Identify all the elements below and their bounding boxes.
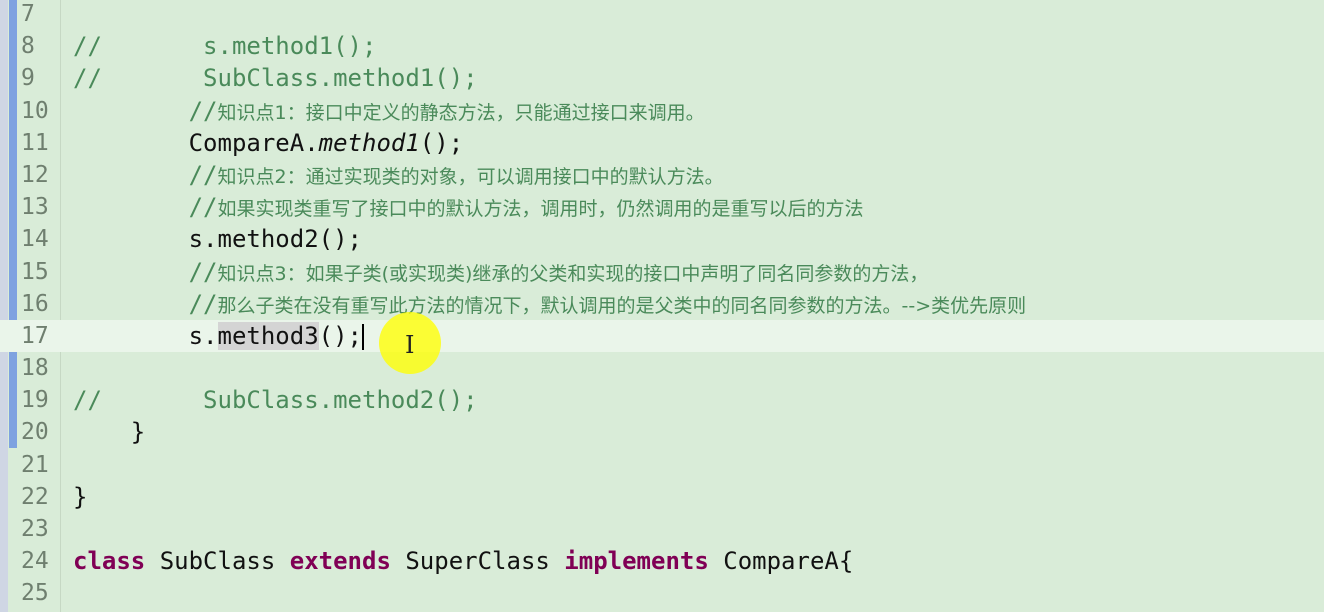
code-token: method3 [217,321,319,350]
line-number: 7 [21,1,35,27]
code-editor[interactable]: 7 8// s.method1(); 9// SubClass.method1();… [0,0,1324,612]
code-line[interactable]: 14 s.method2(); [0,223,1324,255]
code-line[interactable]: 9 // SubClass.method1(); [0,62,1324,94]
code-line[interactable]: 10 //知识点1：接口中定义的静态方法，只能通过接口来调用。 [0,95,1324,127]
code-token: s.method2(); [73,225,362,254]
code-token: (); [318,321,363,350]
code-line[interactable]: 11 CompareA.method1(); [0,127,1324,159]
code-line[interactable]: 21 [0,449,1324,481]
code-text[interactable]: class SubClass extends SuperClass implem… [73,545,853,577]
code-text[interactable]: //知识点2：通过实现类的对象，可以调用接口中的默认方法。 [73,159,724,193]
code-text[interactable]: } [73,416,145,448]
code-token: CompareA{ [708,547,854,576]
comment-token: // [73,96,218,125]
code-line[interactable]: 19 // SubClass.method2(); [0,384,1324,416]
code-text[interactable]: //那么子类在没有重写此方法的情况下，默认调用的是父类中的同名同参数的方法。--… [73,288,1027,322]
code-line[interactable]: 25 [0,577,1324,609]
code-line[interactable]: 7 [0,0,1324,30]
code-text[interactable]: // SubClass.method1(); [73,62,478,94]
code-line[interactable]: 22} [0,481,1324,513]
code-line[interactable]: 15 //知识点3：如果子类(或实现类)继承的父类和实现的接口中声明了同名同参数… [0,256,1324,288]
code-text[interactable]: s.method3(); [73,320,365,352]
code-token: s. [73,321,218,350]
code-line[interactable]: 18 [0,352,1324,384]
comment-token: 那么子类在没有重写此方法的情况下，默认调用的是父类中的同名同参数的方法。-->类… [217,294,1027,317]
comment-token: // [73,160,218,189]
comment-token: // [73,32,102,61]
line-number: 15 [21,258,49,285]
code-text[interactable]: //知识点1：接口中定义的静态方法，只能通过接口来调用。 [73,95,705,129]
code-line[interactable]: 16 //那么子类在没有重写此方法的情况下，默认调用的是父类中的同名同参数的方法… [0,288,1324,320]
line-number: 25 [21,580,49,607]
code-token: SubClass [145,547,290,576]
keyword-token: implements [564,547,709,576]
code-line[interactable]: 13 //如果实现类重写了接口中的默认方法，调用时，仍然调用的是重写以后的方法 [0,191,1324,223]
code-line[interactable]: 20 } [0,416,1324,448]
line-number: 24 [21,548,49,575]
line-number: 23 [21,516,49,542]
comment-token: 知识点1：接口中定义的静态方法，只能通过接口来调用。 [217,101,705,124]
code-token: } [73,418,146,447]
code-token: } [73,482,88,511]
code-line[interactable]: 12 //知识点2：通过实现类的对象，可以调用接口中的默认方法。 [0,159,1324,191]
line-number: 8 [21,33,35,60]
line-number: 18 [21,355,49,382]
text-caret [362,323,365,350]
line-number: 22 [21,483,49,510]
code-line[interactable]: 8 // s.method1(); [0,30,1324,62]
line-number: 13 [21,194,49,221]
code-text[interactable]: //知识点3：如果子类(或实现类)继承的父类和实现的接口中声明了同名同参数的方法… [73,256,929,290]
line-number: 11 [21,129,49,156]
code-token: method1 [318,128,420,157]
code-line[interactable]: 17 s.method3(); [0,319,1324,353]
line-number: 16 [21,290,49,317]
keyword-token: class [73,547,146,576]
code-text[interactable]: // SubClass.method2(); [73,384,478,416]
comment-token: // [73,193,218,222]
line-number: 14 [21,226,49,253]
code-token: (); [419,128,464,157]
code-text[interactable]: } [73,481,87,513]
comment-token: 知识点2：通过实现类的对象，可以调用接口中的默认方法。 [217,165,724,188]
code-text[interactable]: s.method2(); [73,223,362,255]
comment-token: SubClass.method1(); [101,64,478,93]
comment-token: // [73,386,102,415]
comment-token: // [73,64,102,93]
line-number: 10 [21,97,49,124]
code-text[interactable]: //如果实现类重写了接口中的默认方法，调用时，仍然调用的是重写以后的方法 [73,191,864,225]
comment-token: 如果实现类重写了接口中的默认方法，调用时，仍然调用的是重写以后的方法 [217,198,864,221]
keyword-token: extends [289,547,391,576]
line-number: 20 [21,419,49,446]
line-number: 19 [21,387,49,414]
line-number: 9 [21,65,35,92]
comment-token: // [73,257,218,286]
code-text[interactable]: // s.method1(); [73,30,376,62]
code-line[interactable]: 24 class SubClass extends SuperClass impl… [0,545,1324,577]
comment-token: // [73,289,218,318]
code-lines[interactable]: 7 8// s.method1(); 9// SubClass.method1();… [0,0,1324,610]
line-number: 21 [21,451,49,478]
comment-token: s.method1(); [101,32,377,61]
comment-token: SubClass.method2(); [101,386,478,415]
code-token: CompareA. [73,128,319,157]
code-token: SuperClass [390,547,565,576]
i-beam-cursor-icon: I [405,331,415,359]
code-line[interactable]: 23 [0,513,1324,545]
line-number: 12 [21,161,49,188]
line-number: 17 [21,322,49,349]
code-text[interactable]: CompareA.method1(); [73,127,464,159]
comment-token: 知识点3：如果子类(或实现类)继承的父类和实现的接口中声明了同名同参数的方法， [217,262,929,285]
